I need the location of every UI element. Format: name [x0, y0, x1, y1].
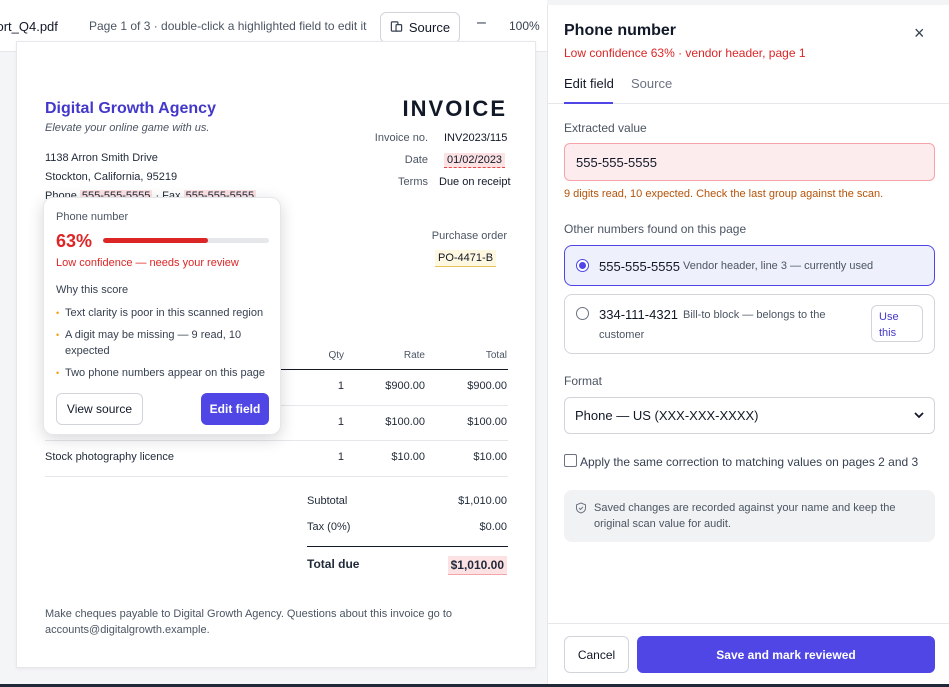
- format-selected-value: Phone — US (XXX-XXX-XXXX): [575, 408, 759, 423]
- panel-footer-divider: [548, 623, 949, 624]
- date-field-highlight[interactable]: 01/02/2023: [444, 153, 506, 168]
- col-rate: Rate: [403, 350, 425, 361]
- panel-tabs: Edit field Source: [548, 67, 949, 104]
- confidence-score: 63%: [56, 231, 93, 251]
- invoice-no-value[interactable]: INV2023/115: [444, 132, 507, 144]
- radio-selected[interactable]: [576, 259, 589, 272]
- zoom-out-button[interactable]: –: [477, 14, 486, 32]
- number-option-current[interactable]: 555-555-5555 Vendor header, line 3 — cur…: [564, 245, 935, 286]
- row-divider: [45, 476, 508, 477]
- page-info: Page 1 of 3 · double-click a highlighted…: [89, 19, 367, 33]
- tab-source[interactable]: Source: [631, 76, 672, 91]
- total-rule: [307, 546, 508, 547]
- confidence-bar: [103, 238, 269, 243]
- document-viewer: eport_Q4.pdf Page 1 of 3 · double-click …: [0, 0, 547, 687]
- cancel-button[interactable]: Cancel: [564, 636, 629, 673]
- subtotal-value: $1,010.00: [458, 495, 507, 507]
- radio-unselected[interactable]: [576, 307, 589, 320]
- panel-title: Phone number: [564, 22, 677, 39]
- tab-edit-field[interactable]: Edit field: [564, 76, 614, 91]
- po-field-highlight[interactable]: PO-4471-B: [435, 250, 497, 267]
- active-tab-indicator: [564, 102, 613, 104]
- row3-description: Stock photography licence: [45, 451, 175, 463]
- shield-check-icon: [575, 502, 587, 517]
- other-numbers-label: Other numbers found on this page: [564, 222, 747, 236]
- file-name: eport_Q4.pdf: [0, 19, 58, 34]
- subtotal-label: Subtotal: [307, 495, 348, 507]
- option-note: Vendor header, line 3 — currently used: [683, 260, 874, 272]
- low-confidence-text: Low confidence — needs your review: [56, 257, 239, 269]
- row2-rate: $100.00: [385, 416, 425, 428]
- agency-name: Digital Growth Agency: [45, 100, 216, 117]
- row2-total: $100.00: [467, 416, 507, 428]
- chevron-down-icon: [913, 409, 925, 424]
- close-icon[interactable]: ×: [914, 23, 925, 44]
- option-note-line-2: customer: [599, 329, 645, 341]
- invoice-title: INVOICE: [402, 96, 507, 121]
- row3-total: $10.00: [473, 451, 507, 463]
- why-score-heading: Why this score: [56, 284, 129, 296]
- number-option-alternative[interactable]: 334-111-4321 Bill-to block — belongs to …: [564, 294, 935, 354]
- save-and-mark-reviewed-button[interactable]: Save and mark reviewed: [637, 636, 935, 673]
- option-number: 334-111-4321: [599, 307, 679, 322]
- edit-field-button[interactable]: Edit field: [201, 393, 269, 425]
- total-due-field-highlight[interactable]: $1,010.00: [447, 556, 507, 575]
- tax-value: $0.00: [479, 521, 507, 533]
- audit-note-text: Saved changes are recorded against your …: [594, 502, 896, 530]
- use-this-button[interactable]: Use this: [871, 305, 923, 342]
- audit-note: Saved changes are recorded against your …: [564, 490, 935, 542]
- terms-value: Due on receipt: [439, 176, 511, 188]
- row-divider: [45, 440, 508, 441]
- list-item: Text clarity is poor in this scanned reg…: [56, 305, 272, 321]
- po-label: Purchase order: [431, 230, 507, 242]
- row2-qty: 1: [337, 416, 344, 428]
- row1-total: $900.00: [467, 380, 507, 392]
- list-item: A digit may be missing — 9 read, 10 expe…: [56, 327, 272, 359]
- edit-panel: Phone number Low confidence 63% · vendor…: [547, 5, 949, 687]
- tax-label: Tax (0%): [307, 521, 351, 533]
- agency-tagline: Elevate your online game with us.: [45, 122, 210, 134]
- col-total: Total: [485, 350, 507, 361]
- row3-rate: $10.00: [391, 451, 425, 463]
- view-source-button[interactable]: View source: [56, 393, 143, 425]
- row3-qty: 1: [337, 451, 344, 463]
- terms-label: Terms: [398, 176, 428, 188]
- payment-note-line-1: Make cheques payable to Digital Growth A…: [45, 608, 453, 620]
- address-line-2: Stockton, California, 95219: [45, 171, 178, 183]
- popover-field-name: Phone number: [56, 211, 129, 223]
- col-qty: Qty: [328, 350, 344, 361]
- option-note-line-1: Bill-to block — belongs to the: [683, 309, 826, 321]
- zoom-level: 100%: [509, 19, 540, 33]
- invoice-no-label: Invoice no.: [374, 132, 428, 144]
- score-reasons: Text clarity is poor in this scanned reg…: [56, 305, 272, 387]
- extracted-value-input[interactable]: [564, 143, 935, 181]
- address-line-1: 1138 Arron Smith Drive: [45, 152, 158, 164]
- total-due-label: Total due: [307, 557, 360, 571]
- apply-all-checkbox[interactable]: [564, 454, 577, 467]
- apply-all-label: Apply the same correction to matching va…: [580, 455, 919, 469]
- format-label: Format: [564, 374, 603, 388]
- confidence-bar-fill: [103, 238, 208, 243]
- payment-note-line-2: accounts@digitalgrowth.example.: [45, 624, 210, 636]
- extracted-value-label: Extracted value: [564, 121, 647, 135]
- source-button[interactable]: Source: [380, 12, 460, 43]
- option-number: 555-555-5555: [599, 259, 680, 274]
- date-label: Date: [404, 154, 428, 166]
- list-item: Two phone numbers appear on this page: [56, 365, 272, 381]
- digit-warning: 9 digits read, 10 expected. Check the la…: [564, 188, 884, 200]
- panel-subtitle: Low confidence 63% · vendor header, page…: [564, 46, 806, 60]
- source-button-label: Source: [408, 20, 451, 35]
- confidence-popover: Phone number 63% Low confidence — needs …: [43, 197, 281, 435]
- row1-rate: $900.00: [385, 380, 425, 392]
- format-select[interactable]: Phone — US (XXX-XXX-XXXX): [564, 397, 935, 434]
- source-icon: [390, 20, 403, 36]
- row1-qty: 1: [337, 380, 344, 392]
